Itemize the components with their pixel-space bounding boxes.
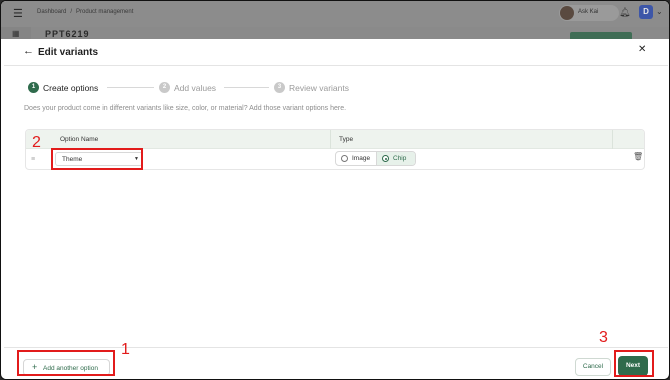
app-subbar bbox=[1, 27, 669, 40]
step-label: Add values bbox=[174, 83, 217, 93]
product-code: PPT6219 bbox=[45, 29, 90, 39]
avatar bbox=[560, 6, 574, 20]
user-name: Ask Kai bbox=[578, 9, 599, 15]
trash-icon[interactable]: 🗑︎ bbox=[633, 152, 643, 161]
type-option-label: Image bbox=[352, 155, 371, 162]
step-number: 3 bbox=[274, 82, 285, 93]
table-header: Option Name Type bbox=[26, 130, 644, 149]
annotation-box-1 bbox=[17, 350, 115, 376]
menu-icon[interactable]: ☰ bbox=[13, 9, 23, 20]
column-header-option-name: Option Name bbox=[60, 136, 99, 143]
annotation-number-1: 1 bbox=[121, 341, 130, 358]
edit-variants-modal: ← Edit variants ✕ 1 Create options 2 Add… bbox=[4, 39, 668, 379]
arrow-left-icon[interactable]: ← bbox=[23, 45, 34, 57]
chevron-down-icon[interactable]: ⌄ bbox=[656, 7, 663, 16]
annotation-box-2 bbox=[51, 148, 143, 170]
sidebar-icon[interactable]: ▦ bbox=[12, 29, 20, 38]
bell-icon[interactable]: 🔔︎ bbox=[619, 7, 630, 18]
type-option-chip[interactable]: Chip bbox=[377, 152, 415, 165]
breadcrumb-dashboard[interactable]: Dashboard bbox=[37, 9, 66, 15]
user-chip[interactable]: Ask Kai bbox=[559, 5, 619, 21]
annotation-box-3 bbox=[614, 350, 654, 377]
step-number: 2 bbox=[159, 82, 170, 93]
window: ☰ Dashboard / Product management Ask Kai 🔔… bbox=[0, 0, 670, 380]
annotation-number-2: 2 bbox=[32, 134, 41, 151]
radio-selected-icon bbox=[382, 155, 389, 162]
drag-handle-icon[interactable]: ≡ bbox=[31, 156, 35, 163]
step-number: 1 bbox=[28, 82, 39, 93]
breadcrumb: Dashboard / Product management bbox=[37, 9, 137, 15]
description-text: Does your product come in different vari… bbox=[24, 105, 347, 112]
column-divider bbox=[330, 130, 331, 149]
modal-header: ← Edit variants ✕ bbox=[4, 39, 668, 66]
app-topbar: ☰ Dashboard / Product management Ask Kai 🔔… bbox=[1, 1, 669, 27]
column-divider bbox=[612, 130, 613, 149]
step-label: Review variants bbox=[289, 83, 349, 93]
column-header-type: Type bbox=[339, 136, 354, 143]
type-option-image[interactable]: Image bbox=[336, 152, 377, 165]
type-option-label: Chip bbox=[393, 155, 407, 162]
step-connector bbox=[224, 87, 269, 88]
cancel-button[interactable]: Cancel bbox=[575, 358, 611, 376]
step-connector bbox=[107, 87, 154, 88]
modal-title: Edit variants bbox=[38, 47, 99, 58]
radio-icon bbox=[341, 155, 348, 162]
type-radio-group: Image Chip bbox=[335, 151, 416, 166]
app-sidebar: ▦ bbox=[1, 27, 31, 39]
breadcrumb-separator: / bbox=[70, 9, 73, 15]
close-icon[interactable]: ✕ bbox=[638, 44, 646, 55]
step-label: Create options bbox=[43, 83, 99, 93]
account-button[interactable]: D bbox=[639, 5, 653, 19]
breadcrumb-product-management[interactable]: Product management bbox=[76, 9, 133, 15]
annotation-number-3: 3 bbox=[599, 329, 608, 346]
